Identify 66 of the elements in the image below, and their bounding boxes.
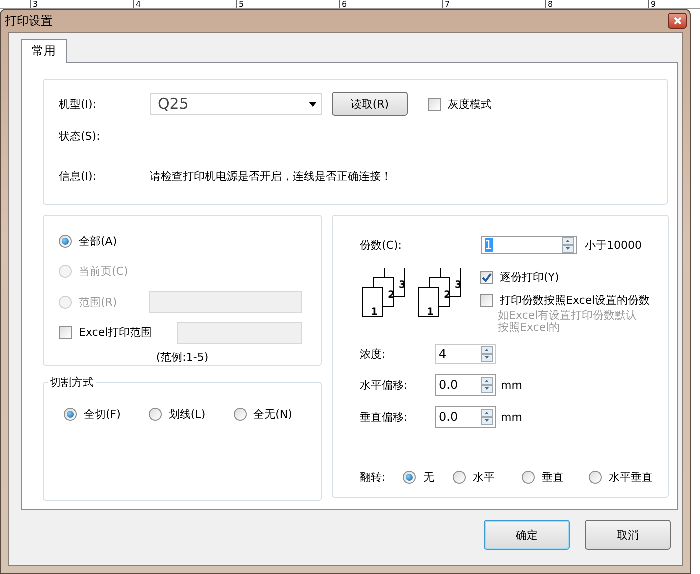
- unit-label: mm: [501, 410, 522, 424]
- dropdown-arrow-icon: [309, 102, 317, 106]
- close-button[interactable]: [668, 13, 687, 29]
- radio-button[interactable]: [234, 408, 247, 421]
- radio-button[interactable]: [59, 234, 72, 248]
- model-label: 机型(I):: [59, 96, 98, 112]
- offset-label: 垂直偏移:: [360, 410, 409, 424]
- checkbox[interactable]: [428, 98, 441, 110]
- radio-button[interactable]: [522, 471, 535, 484]
- range-example: (范例:1-5): [156, 350, 209, 365]
- status-label: 状态(S):: [59, 128, 102, 144]
- close-icon: [674, 17, 682, 25]
- ruler-number: 6: [339, 0, 442, 8]
- density-field[interactable]: 4: [435, 344, 496, 364]
- radio-button[interactable]: [452, 471, 466, 484]
- ruler-number: 8: [545, 0, 648, 8]
- spin-buttons-icon[interactable]: [481, 346, 493, 362]
- checkbox-label: 逐份打印(Y): [500, 270, 560, 285]
- read-button[interactable]: 读取(R): [332, 92, 408, 116]
- radio-label: 全切(F): [84, 407, 121, 422]
- radio-label: 全部(A): [79, 234, 118, 249]
- radio-button[interactable]: [148, 408, 162, 421]
- checkbox-label: Excel打印范围: [79, 325, 152, 340]
- ruler-number: 5: [236, 0, 339, 8]
- radio-label: 划线(L): [168, 407, 206, 422]
- copies-note: 如Excel有设置打印份数默认按照Excel的: [498, 310, 638, 334]
- checkbox[interactable]: [59, 326, 72, 340]
- radio-label: 无: [423, 470, 434, 485]
- range-field[interactable]: [149, 291, 302, 314]
- unit-label: mm: [501, 378, 522, 392]
- ruler-number: 4: [133, 0, 236, 8]
- offset-field[interactable]: 0.0: [435, 406, 496, 428]
- tab[interactable]: 常用: [21, 39, 67, 63]
- density-label: 浓度:: [360, 346, 387, 362]
- copies-hint: 小于10000: [585, 238, 642, 252]
- checkbox[interactable]: [480, 294, 493, 307]
- copies-label: 份数(C):: [360, 238, 403, 252]
- grayscale-label: 灰度模式: [448, 96, 492, 112]
- ok-button[interactable]: 确定: [484, 520, 570, 550]
- spin-buttons-icon[interactable]: [562, 237, 574, 253]
- radio-label: 范围(R): [79, 294, 118, 310]
- ruler-number: 9: [648, 0, 700, 8]
- cancel-button[interactable]: 取消: [585, 520, 671, 550]
- spin-buttons-icon[interactable]: [481, 409, 493, 425]
- excel-range-field[interactable]: [177, 322, 302, 344]
- checkbox-label: 打印份数按照Excel设置的份数: [500, 293, 650, 308]
- flip-label: 翻转:: [360, 470, 387, 485]
- offset-field[interactable]: 0.0: [435, 374, 496, 396]
- radio-button[interactable]: [403, 471, 416, 484]
- checkbox[interactable]: [480, 271, 493, 284]
- radio-button[interactable]: [589, 471, 602, 484]
- model-dropdown[interactable]: Q25: [150, 93, 322, 115]
- info-message: 请检查打印机电源是否开启，连线是否正确连接！: [150, 168, 393, 184]
- radio-label: 全无(N): [254, 407, 292, 422]
- radio-button[interactable]: [64, 408, 77, 421]
- radio-label: 水平: [472, 470, 495, 485]
- info-label: 信息(I):: [59, 168, 98, 184]
- radio-label: 垂直: [542, 470, 564, 485]
- ruler-number: 7: [442, 0, 545, 8]
- window-title: 打印设置: [5, 12, 53, 30]
- offset-label: 水平偏移:: [360, 378, 409, 392]
- radio-label: 水平垂直: [609, 470, 654, 485]
- radio-label: 当前页(C): [79, 264, 128, 280]
- ruler-number: 3: [30, 0, 133, 8]
- spin-buttons-icon[interactable]: [481, 377, 493, 393]
- group-title: 切割方式: [48, 375, 96, 390]
